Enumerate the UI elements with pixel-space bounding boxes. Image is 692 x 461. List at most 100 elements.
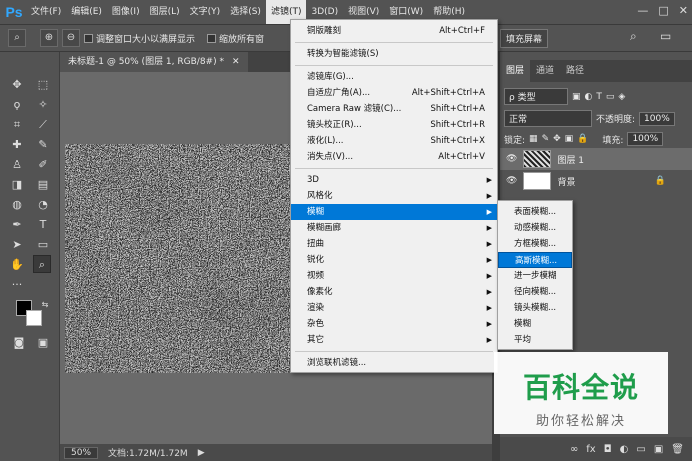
eraser-tool-icon[interactable]: ◨ bbox=[8, 176, 26, 194]
link-layers-icon[interactable]: ∞ bbox=[570, 444, 578, 455]
gradient-tool-icon[interactable]: ▤ bbox=[34, 176, 52, 194]
pixel-filter-icon[interactable]: ▣ bbox=[572, 92, 581, 102]
add-mask-icon[interactable]: ◘ bbox=[604, 444, 612, 455]
menu-item-adaptive-wide-angle[interactable]: 自适应广角(A)... Alt+Shift+Ctrl+A bbox=[291, 85, 497, 101]
more-tools-icon[interactable]: ··· bbox=[8, 276, 26, 294]
submenu-item-lens-blur[interactable]: 镜头模糊... bbox=[498, 300, 572, 316]
magic-wand-icon[interactable]: ✧ bbox=[34, 96, 52, 114]
submenu-item-blur[interactable]: 模糊 bbox=[498, 316, 572, 332]
menu-select[interactable]: 选择(S) bbox=[225, 0, 266, 24]
zoom-level-field[interactable]: 50% bbox=[64, 446, 99, 459]
clone-stamp-icon[interactable]: ♙ bbox=[8, 156, 26, 174]
lock-transparency-icon[interactable]: ▦ bbox=[529, 134, 538, 144]
quick-mask-icon[interactable]: ◙ bbox=[10, 334, 28, 352]
visibility-eye-icon[interactable]: 👁 bbox=[506, 154, 517, 164]
rectangle-tool-icon[interactable]: ▭ bbox=[34, 236, 52, 254]
status-arrow-icon[interactable]: ▶ bbox=[198, 448, 205, 458]
close-tab-icon[interactable]: ✕ bbox=[232, 52, 240, 72]
tab-paths[interactable]: 路径 bbox=[560, 60, 590, 82]
blend-mode-select[interactable]: 正常 bbox=[504, 110, 592, 127]
menu-item-sharpen[interactable]: 锐化 ▶ bbox=[291, 252, 497, 268]
menu-item-browse-online-filters[interactable]: 浏览联机滤镜... bbox=[291, 355, 497, 371]
menu-item-lens-correction[interactable]: 镜头校正(R)... Shift+Ctrl+R bbox=[291, 117, 497, 133]
resize-windows-checkbox[interactable]: 调整窗口大小以满屏显示 bbox=[84, 32, 195, 45]
type-tool-icon[interactable]: T bbox=[34, 216, 52, 234]
menu-item-liquify[interactable]: 液化(L)... Shift+Ctrl+X bbox=[291, 133, 497, 149]
tab-channels[interactable]: 通道 bbox=[530, 60, 560, 82]
lock-pixels-icon[interactable]: ✎ bbox=[542, 134, 550, 144]
new-layer-icon[interactable]: ▣ bbox=[654, 444, 663, 455]
submenu-item-motion-blur[interactable]: 动感模糊... bbox=[498, 220, 572, 236]
opacity-input[interactable]: 100% bbox=[639, 111, 675, 126]
shape-filter-icon[interactable]: ▭ bbox=[606, 92, 615, 102]
lock-position-icon[interactable]: ✥ bbox=[553, 134, 561, 144]
layer-row[interactable]: 👁 图层 1 bbox=[500, 148, 692, 170]
menu-item-distort[interactable]: 扭曲 ▶ bbox=[291, 236, 497, 252]
new-group-icon[interactable]: ▭ bbox=[636, 444, 645, 455]
menu-item-3d[interactable]: 3D ▶ bbox=[291, 172, 497, 188]
document-canvas[interactable] bbox=[65, 144, 296, 373]
menu-type[interactable]: 文字(Y) bbox=[185, 0, 226, 24]
menu-item-blur[interactable]: 模糊 ▶ bbox=[291, 204, 497, 220]
menu-item-convert-smart-filter[interactable]: 转换为智能滤镜(S) bbox=[291, 46, 497, 62]
menu-item-video[interactable]: 视频 ▶ bbox=[291, 268, 497, 284]
submenu-item-surface-blur[interactable]: 表面模糊... bbox=[498, 204, 572, 220]
menu-file[interactable]: 文件(F) bbox=[26, 0, 66, 24]
adjustment-layer-icon[interactable]: ◐ bbox=[620, 444, 629, 455]
delete-layer-icon[interactable]: 🗑 bbox=[671, 444, 684, 455]
submenu-item-box-blur[interactable]: 方框模糊... bbox=[498, 236, 572, 252]
submenu-item-radial-blur[interactable]: 径向模糊... bbox=[498, 284, 572, 300]
menu-item-pixelate[interactable]: 像素化 ▶ bbox=[291, 284, 497, 300]
submenu-item-average[interactable]: 平均 bbox=[498, 332, 572, 348]
healing-brush-icon[interactable]: ✚ bbox=[8, 136, 26, 154]
submenu-item-gaussian-blur[interactable]: 高斯模糊... bbox=[498, 252, 572, 268]
zoom-all-checkbox[interactable]: 缩放所有窗 bbox=[207, 32, 264, 45]
tab-layers[interactable]: 图层 bbox=[500, 60, 531, 82]
menu-item-blur-gallery[interactable]: 模糊画廊 ▶ bbox=[291, 220, 497, 236]
document-tab[interactable]: 未标题-1 @ 50% (图层 1, RGB/8#) * ✕ bbox=[60, 52, 248, 72]
crop-tool-icon[interactable]: ⌗ bbox=[8, 116, 26, 134]
layer-name[interactable]: 图层 1 bbox=[557, 153, 584, 166]
workspace-icon[interactable]: ▭ bbox=[660, 29, 671, 43]
menu-item-vanishing-point[interactable]: 消失点(V)... Alt+Ctrl+V bbox=[291, 149, 497, 165]
move-tool-icon[interactable]: ✥ bbox=[8, 76, 26, 94]
menu-item-other[interactable]: 其它 ▶ bbox=[291, 332, 497, 348]
layer-style-icon[interactable]: fx bbox=[586, 444, 595, 455]
menu-item-filter-gallery[interactable]: 滤镜库(G)... bbox=[291, 69, 497, 85]
minimize-button[interactable]: — bbox=[637, 4, 648, 17]
zoom-tool-icon[interactable]: ⌕ bbox=[33, 255, 51, 273]
blur-tool-icon[interactable]: ◍ bbox=[8, 196, 26, 214]
smart-object-filter-icon[interactable]: ◈ bbox=[618, 92, 625, 102]
visibility-eye-icon[interactable]: 👁 bbox=[506, 176, 517, 186]
zoom-in-icon[interactable]: ⊕ bbox=[40, 29, 58, 47]
fill-screen-button[interactable]: 填充屏幕 bbox=[500, 29, 549, 48]
doc-size-info[interactable]: 文档:1.72M/1.72M bbox=[108, 446, 188, 459]
menu-item-noise[interactable]: 杂色 ▶ bbox=[291, 316, 497, 332]
adjustment-filter-icon[interactable]: ◐ bbox=[585, 92, 593, 102]
close-button[interactable]: ✕ bbox=[679, 4, 688, 17]
layer-name[interactable]: 背景 bbox=[557, 175, 575, 188]
menu-layer[interactable]: 图层(L) bbox=[145, 0, 185, 24]
zoom-out-icon[interactable]: ⊖ bbox=[62, 29, 80, 47]
menu-image[interactable]: 图像(I) bbox=[107, 0, 145, 24]
fill-input[interactable]: 100% bbox=[627, 132, 664, 146]
type-filter-icon[interactable]: T bbox=[596, 92, 602, 102]
eyedropper-icon[interactable]: ⟋ bbox=[34, 116, 52, 134]
layer-kind-filter[interactable]: ρ 类型 bbox=[504, 88, 568, 105]
marquee-tool-icon[interactable]: ⬚ bbox=[34, 76, 52, 94]
history-brush-icon[interactable]: ✐ bbox=[34, 156, 52, 174]
menu-item-last-filter[interactable]: 铜版雕刻 Alt+Ctrl+F bbox=[291, 23, 497, 39]
submenu-item-blur-more[interactable]: 进一步模糊 bbox=[498, 268, 572, 284]
maximize-button[interactable]: □ bbox=[658, 4, 668, 17]
brush-tool-icon[interactable]: ✎ bbox=[34, 136, 52, 154]
menu-item-render[interactable]: 渲染 ▶ bbox=[291, 300, 497, 316]
pen-tool-icon[interactable]: ✒ bbox=[8, 216, 26, 234]
path-selection-icon[interactable]: ➤ bbox=[8, 236, 26, 254]
search-icon[interactable]: ⌕ bbox=[630, 29, 637, 44]
lasso-tool-icon[interactable]: ϙ bbox=[8, 96, 26, 114]
lock-artboard-icon[interactable]: ▣ bbox=[565, 134, 574, 144]
menu-item-stylize[interactable]: 风格化 ▶ bbox=[291, 188, 497, 204]
swap-colors-icon[interactable]: ⇆ bbox=[36, 296, 54, 314]
dodge-tool-icon[interactable]: ◔ bbox=[34, 196, 52, 214]
layer-row[interactable]: 👁 背景 🔒 bbox=[500, 170, 692, 192]
